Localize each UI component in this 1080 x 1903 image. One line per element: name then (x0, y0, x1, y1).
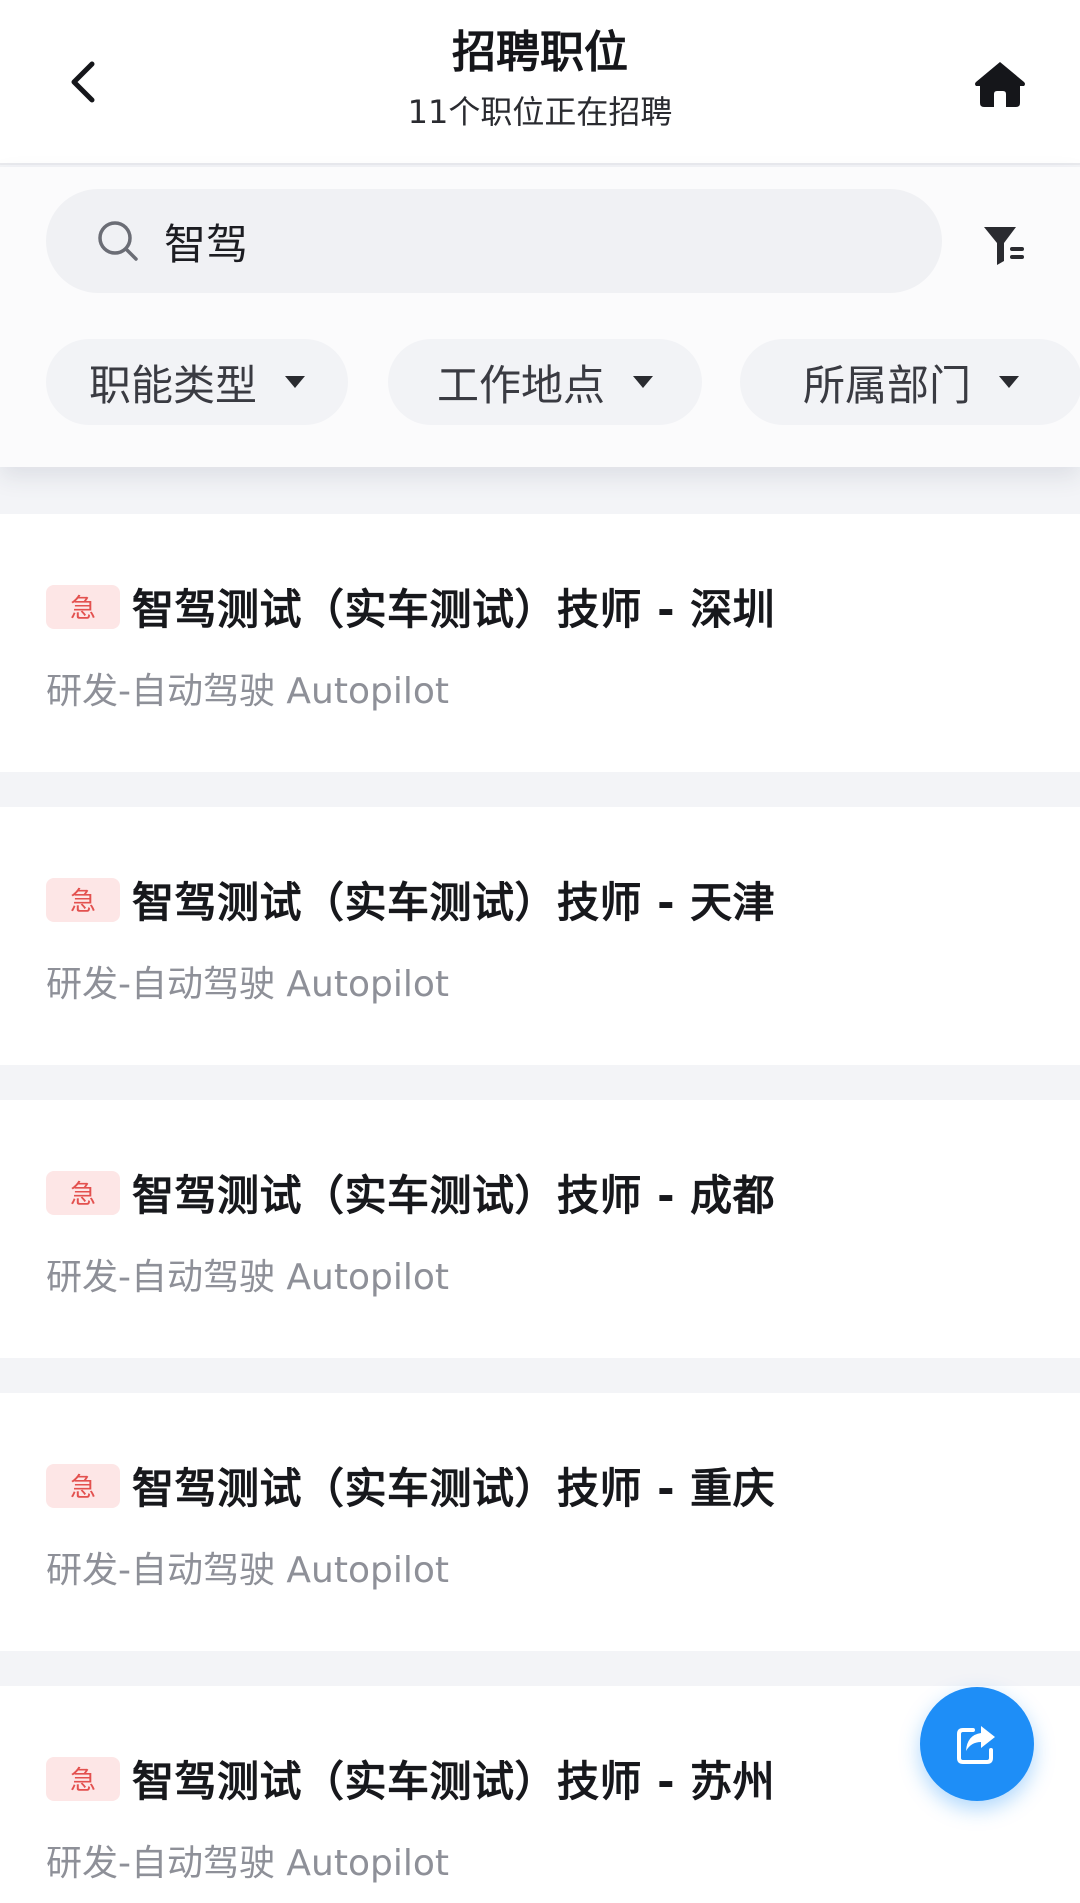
job-title: 智驾测试（实车测试）技师 - 重庆 (132, 1464, 776, 1513)
job-department: 研发-自动驾驶 Autopilot (46, 1257, 450, 1298)
top-bar: 招聘职位 11个职位正在招聘 (0, 0, 1080, 165)
back-button[interactable] (52, 50, 116, 114)
job-title: 智驾测试（实车测试）技师 - 苏州 (132, 1757, 776, 1806)
job-card[interactable]: 急 智驾测试（实车测试）技师 - 苏州 研发-自动驾驶 Autopilot (0, 1686, 1080, 1903)
job-title-row: 急 智驾测试（实车测试）技师 - 苏州 (46, 1748, 775, 1809)
job-department: 研发-自动驾驶 Autopilot (46, 671, 450, 712)
job-title: 智驾测试（实车测试）技师 - 成都 (132, 1171, 776, 1220)
search-input[interactable] (164, 216, 884, 266)
caret-down-icon (633, 376, 653, 388)
page-title: 招聘职位 (452, 27, 628, 78)
job-department: 研发-自动驾驶 Autopilot (46, 1550, 450, 1591)
home-button[interactable] (966, 50, 1034, 118)
filter-chip-department[interactable]: 所属部门 (740, 339, 1080, 425)
title-block: 招聘职位 11个职位正在招聘 (240, 24, 840, 132)
job-card[interactable]: 急 智驾测试（实车测试）技师 - 深圳 研发-自动驾驶 Autopilot (0, 514, 1080, 772)
share-icon (957, 1726, 995, 1764)
filter-chip-location[interactable]: 工作地点 (388, 339, 702, 425)
urgent-badge: 急 (46, 1463, 120, 1508)
urgent-badge: 急 (46, 877, 120, 922)
filter-chip-label: 职能类型 (88, 360, 257, 410)
page-subtitle: 11个职位正在招聘 (407, 93, 673, 131)
filter-chip-function-type[interactable]: 职能类型 (46, 339, 348, 425)
filter-icon (984, 227, 1024, 265)
job-title: 智驾测试（实车测试）技师 - 深圳 (132, 585, 776, 634)
job-department: 研发-自动驾驶 Autopilot (46, 964, 450, 1005)
home-icon (975, 62, 1025, 107)
filter-chip-label: 所属部门 (802, 360, 971, 410)
app-root: 招聘职位 11个职位正在招聘 职能类型 (0, 0, 1080, 1903)
job-title-row: 急 智驾测试（实车测试）技师 - 重庆 (46, 1455, 775, 1516)
job-title-row: 急 智驾测试（实车测试）技师 - 天津 (46, 869, 775, 930)
urgent-badge: 急 (46, 1170, 120, 1215)
urgent-badge: 急 (46, 584, 120, 629)
search-icon (98, 221, 138, 261)
filter-button[interactable] (976, 217, 1032, 273)
job-title-row: 急 智驾测试（实车测试）技师 - 深圳 (46, 576, 775, 637)
filter-chips: 职能类型 工作地点 所属部门 (46, 339, 1080, 429)
urgent-badge: 急 (46, 1756, 120, 1801)
job-card[interactable]: 急 智驾测试（实车测试）技师 - 成都 研发-自动驾驶 Autopilot (0, 1100, 1080, 1358)
job-title: 智驾测试（实车测试）技师 - 天津 (132, 878, 776, 927)
chevron-left-icon (71, 61, 95, 103)
filter-chip-label: 工作地点 (436, 360, 605, 410)
job-department: 研发-自动驾驶 Autopilot (46, 1843, 450, 1884)
caret-down-icon (999, 376, 1019, 388)
share-button[interactable] (920, 1687, 1034, 1801)
job-card[interactable]: 急 智驾测试（实车测试）技师 - 重庆 研发-自动驾驶 Autopilot (0, 1393, 1080, 1651)
search-filter-bar: 职能类型 工作地点 所属部门 (0, 167, 1080, 467)
caret-down-icon (285, 376, 305, 388)
job-card[interactable]: 急 智驾测试（实车测试）技师 - 天津 研发-自动驾驶 Autopilot (0, 807, 1080, 1065)
search-box[interactable] (46, 189, 942, 293)
job-title-row: 急 智驾测试（实车测试）技师 - 成都 (46, 1162, 775, 1223)
